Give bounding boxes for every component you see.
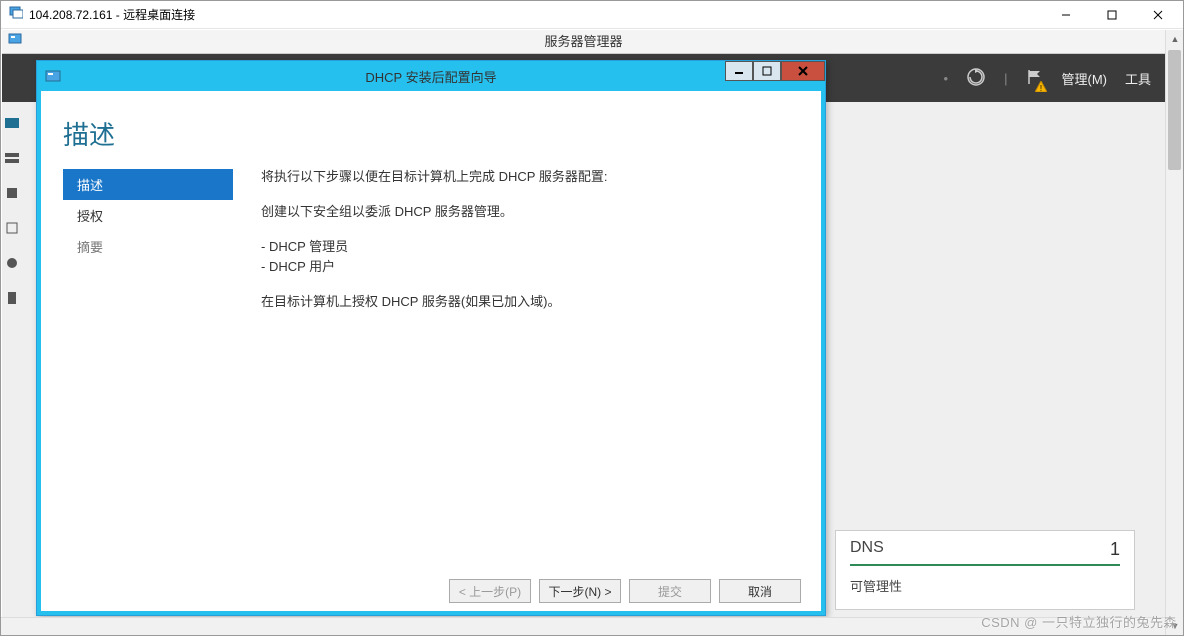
- sidebar-icon[interactable]: [5, 116, 19, 133]
- wizard-minimize-button[interactable]: [725, 61, 753, 81]
- dns-tile[interactable]: DNS 1 可管理性: [835, 530, 1135, 610]
- wizard-maximize-button[interactable]: [753, 61, 781, 81]
- scroll-up-arrow[interactable]: ▲: [1166, 30, 1184, 48]
- wizard-heading: 描述: [63, 115, 115, 152]
- left-strip: [2, 102, 22, 617]
- rdp-title-left: 104.208.72.161 - 远程桌面连接: [9, 5, 195, 24]
- refresh-button[interactable]: [966, 67, 986, 90]
- dns-tile-label: DNS: [850, 539, 884, 560]
- rdp-titlebar: 104.208.72.161 - 远程桌面连接: [1, 1, 1183, 29]
- wizard-close-button[interactable]: [781, 61, 825, 81]
- minimize-button[interactable]: [1043, 1, 1089, 29]
- sidebar-icon[interactable]: [5, 291, 19, 308]
- wizard-title: DHCP 安装后配置向导: [37, 67, 825, 86]
- wizard-content-p2: 创建以下安全组以委派 DHCP 服务器管理。: [261, 202, 793, 223]
- dhcp-post-install-wizard: DHCP 安装后配置向导 描述 描述 授权 摘要 将执行以下步骤以便在目标计算机…: [36, 60, 826, 616]
- rdp-window: 104.208.72.161 - 远程桌面连接 服务器管理器 •: [0, 0, 1184, 636]
- sidebar-icon[interactable]: [5, 186, 19, 203]
- sidebar-icon[interactable]: [5, 151, 19, 168]
- maximize-button[interactable]: [1089, 1, 1135, 29]
- wizard-content-p3: 在目标计算机上授权 DHCP 服务器(如果已加入域)。: [261, 292, 793, 313]
- remote-app-titlebar: 服务器管理器: [2, 30, 1165, 54]
- wizard-content-li1: - DHCP 管理员: [261, 237, 793, 258]
- tools-menu[interactable]: 工具: [1125, 69, 1151, 88]
- scroll-thumb[interactable]: [1168, 50, 1181, 170]
- wizard-nav-description[interactable]: 描述: [63, 169, 233, 200]
- wizard-content-p1: 将执行以下步骤以便在目标计算机上完成 DHCP 服务器配置:: [261, 167, 793, 188]
- wizard-content-li2: - DHCP 用户: [261, 257, 793, 278]
- wizard-button-bar: < 上一步(P) 下一步(N) > 提交 取消: [449, 579, 801, 603]
- wizard-body: 描述 描述 授权 摘要 将执行以下步骤以便在目标计算机上完成 DHCP 服务器配…: [37, 91, 825, 615]
- toolbar-separator: •: [944, 71, 949, 86]
- remote-app-title: 服务器管理器: [2, 30, 1165, 54]
- sidebar-icon[interactable]: [5, 256, 19, 273]
- wizard-next-button[interactable]: 下一步(N) >: [539, 579, 621, 603]
- wizard-cancel-button[interactable]: 取消: [719, 579, 801, 603]
- rdp-icon: [9, 5, 23, 24]
- wizard-nav-summary: 摘要: [63, 231, 233, 262]
- warning-badge-icon: !: [1035, 80, 1047, 91]
- wizard-nav: 描述 授权 摘要: [63, 169, 233, 262]
- dns-tile-count: 1: [1110, 539, 1120, 560]
- vertical-scrollbar[interactable]: ▲ ▼: [1165, 30, 1183, 635]
- watermark: CSDN @ 一只特立独行的兔先森: [981, 612, 1177, 631]
- manage-menu[interactable]: 管理(M): [1061, 69, 1107, 88]
- wizard-window-controls: [725, 61, 825, 81]
- server-manager-icon: [8, 32, 22, 51]
- wizard-nav-authorization[interactable]: 授权: [63, 200, 233, 231]
- wizard-titlebar[interactable]: DHCP 安装后配置向导: [37, 61, 825, 91]
- wizard-commit-button: 提交: [629, 579, 711, 603]
- close-button[interactable]: [1135, 1, 1181, 29]
- toolbar-separator: |: [1004, 71, 1007, 86]
- notifications-flag[interactable]: !: [1025, 68, 1043, 89]
- wizard-content: 将执行以下步骤以便在目标计算机上完成 DHCP 服务器配置: 创建以下安全组以委…: [261, 167, 793, 327]
- wizard-prev-button: < 上一步(P): [449, 579, 531, 603]
- remote-desktop-content: 服务器管理器 • | ! 管理(M) 工具: [2, 30, 1165, 617]
- sidebar-icon[interactable]: [5, 221, 19, 238]
- svg-text:!: !: [1040, 84, 1042, 92]
- rdp-window-controls: [1043, 1, 1181, 29]
- dns-tile-manageability: 可管理性: [850, 576, 1120, 595]
- rdp-title-text: 104.208.72.161 - 远程桌面连接: [29, 6, 195, 23]
